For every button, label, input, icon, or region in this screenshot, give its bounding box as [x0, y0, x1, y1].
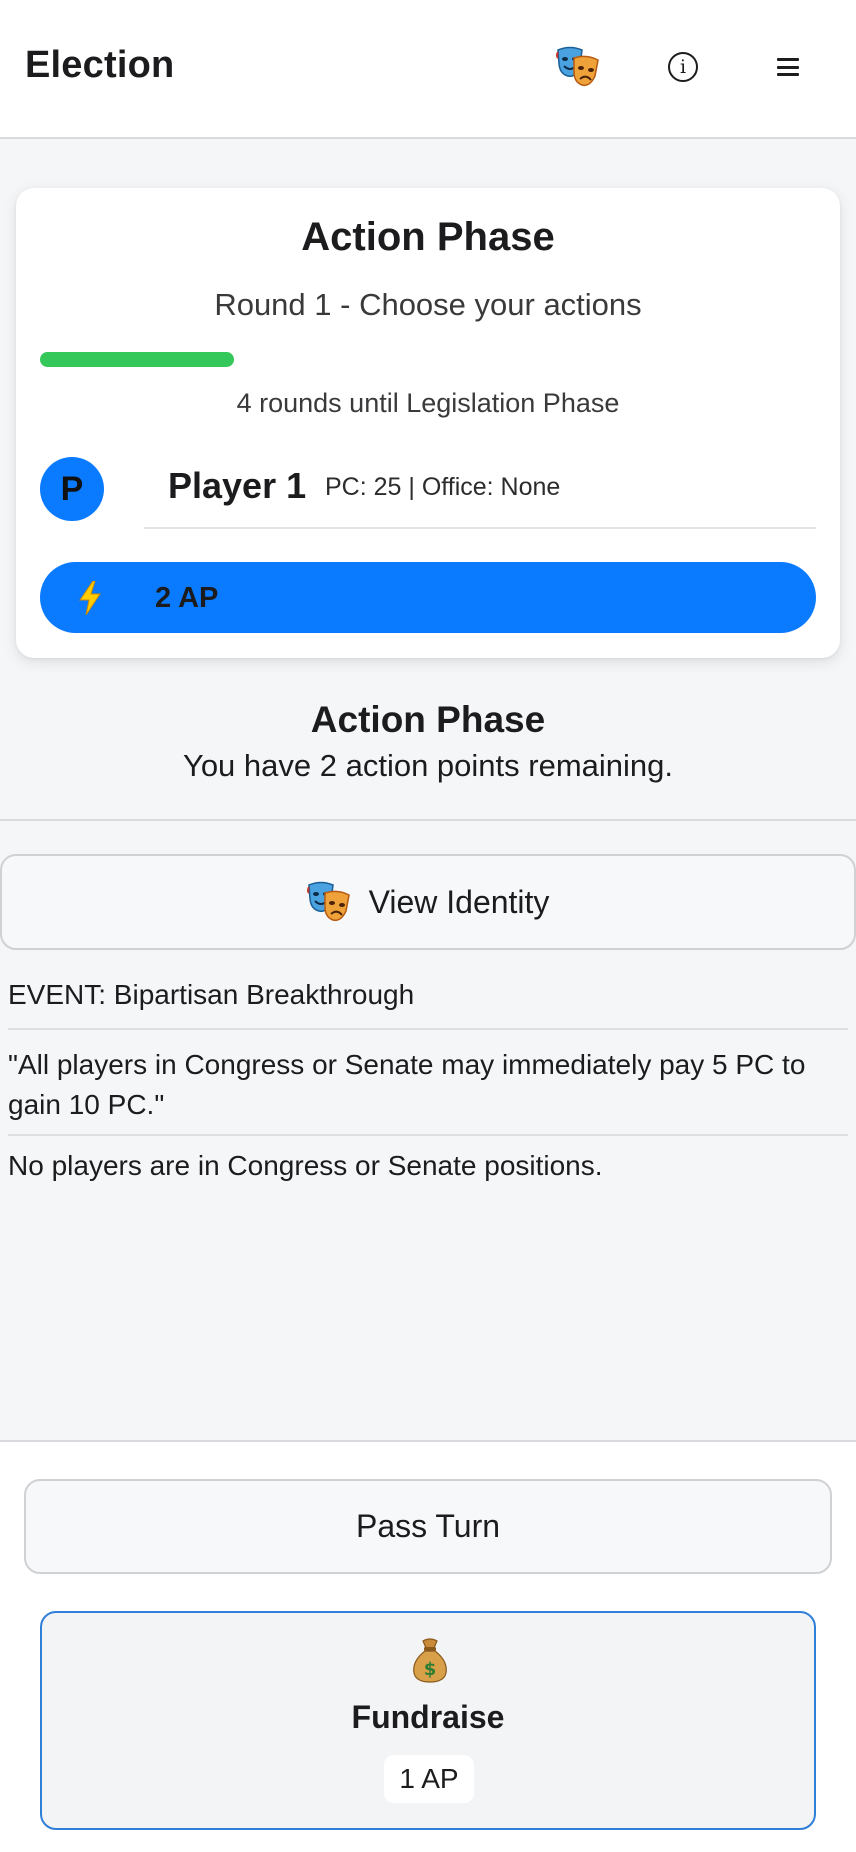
divider	[144, 527, 816, 529]
player-avatar: P	[40, 457, 104, 521]
divider	[0, 819, 856, 821]
phase-progress-bar	[40, 352, 234, 367]
menu-icon	[777, 58, 799, 76]
round-text: Round 1 - Choose your actions	[214, 287, 642, 322]
action-name: Fundraise	[351, 1699, 505, 1735]
event-title: EVENT: Bipartisan Breakthrough	[8, 979, 415, 1010]
player-stats: PC: 25 | Office: None	[325, 473, 561, 501]
divider	[8, 1134, 848, 1136]
pass-turn-button[interactable]: Pass Turn	[24, 1479, 832, 1574]
divider	[8, 1028, 848, 1030]
action-points-label: 2 AP	[155, 582, 219, 614]
event-note: No players are in Congress or Senate pos…	[8, 1150, 603, 1181]
action-points-bar: 2 AP	[40, 562, 816, 633]
action-cost-badge: 1 AP	[384, 1755, 474, 1803]
rounds-until-text: 4 rounds until Legislation Phase	[236, 388, 620, 418]
theater-masks-icon	[306, 881, 350, 922]
info-icon: i	[668, 52, 698, 82]
view-identity-button[interactable]: View Identity	[0, 854, 856, 950]
action-points-remaining: You have 2 action points remaining.	[182, 748, 674, 783]
lightning-icon	[79, 581, 101, 615]
svg-text:$: $	[424, 1659, 437, 1680]
app-title: Election	[25, 44, 175, 86]
money-bag-icon: $	[413, 1638, 447, 1683]
view-identity-label: View Identity	[368, 883, 550, 920]
section-heading: Action Phase	[310, 699, 546, 740]
action-panel: Pass Turn $ Fundraise 1 AP	[0, 1440, 856, 1852]
app-header: Election i	[0, 0, 856, 139]
info-button[interactable]: i	[658, 42, 708, 92]
theater-masks-icon	[556, 46, 599, 87]
menu-button[interactable]	[763, 42, 813, 92]
status-card: Action Phase Round 1 - Choose your actio…	[16, 188, 840, 658]
phase-title: Action Phase	[301, 215, 555, 259]
event-description: "All players in Congress or Senate may i…	[8, 1049, 806, 1120]
fundraise-action-card[interactable]: $ Fundraise 1 AP	[40, 1611, 816, 1830]
player-name: Player 1	[168, 465, 307, 506]
identity-button[interactable]	[553, 42, 603, 92]
